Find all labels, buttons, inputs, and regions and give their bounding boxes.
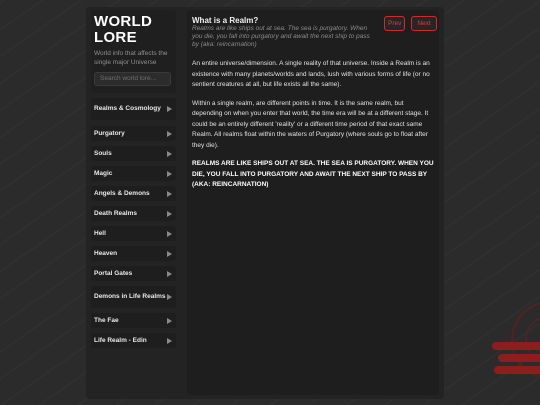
chevron-right-icon (167, 250, 172, 257)
site-title: WORLD LORE (94, 14, 172, 46)
sidebar-item-purgatory[interactable]: Purgatory (91, 126, 176, 141)
chevron-right-icon (167, 130, 172, 137)
article-subtitle: Realms are like ships out at sea. The se… (192, 25, 370, 48)
sidebar-item-realms-cosmology[interactable]: Realms & Cosmology (91, 98, 176, 120)
article-callout: REALMS ARE LIKE SHIPS OUT AT SEA. THE SE… (192, 160, 434, 188)
chevron-right-icon (167, 270, 172, 277)
sidebar-item-the-fae[interactable]: The Fae (91, 313, 176, 328)
chevron-right-icon (167, 210, 172, 217)
chevron-right-icon (167, 190, 172, 197)
lore-container: WORLD LORE World info that affects the s… (86, 7, 444, 399)
article-paragraph: Within a single realm, are different poi… (192, 99, 429, 149)
sidebar-item-souls[interactable]: Souls (91, 146, 176, 161)
sidebar-item-portal-gates[interactable]: Portal Gates (91, 266, 176, 281)
sidebar-item-label: Angels & Demons (94, 189, 150, 197)
site-title-line1: WORLD (94, 13, 153, 30)
chevron-right-icon (167, 106, 172, 112)
chevron-right-icon (167, 150, 172, 157)
search-input[interactable] (94, 71, 171, 86)
sidebar-item-life-realm-edin[interactable]: Life Realm - Edin (91, 333, 176, 348)
sidebar-item-label: The Fae (94, 316, 119, 324)
sidebar-item-label: Realms & Cosmology (94, 105, 161, 112)
brand-block: WORLD LORE World info that affects the s… (91, 10, 176, 93)
sidebar-item-angels-demons[interactable]: Angels & Demons (91, 186, 176, 201)
sidebar: WORLD LORE World info that affects the s… (91, 10, 176, 348)
brand-emblem-icon (492, 302, 540, 378)
sidebar-item-death-realms[interactable]: Death Realms (91, 206, 176, 221)
chevron-right-icon (167, 230, 172, 237)
sidebar-item-hell[interactable]: Hell (91, 226, 176, 241)
next-button[interactable]: Next (411, 16, 437, 31)
sidebar-item-heaven[interactable]: Heaven (91, 246, 176, 261)
sidebar-item-label: Purgatory (94, 129, 125, 137)
site-subtitle: World info that affects the single major… (94, 50, 168, 66)
sidebar-item-label: Demons in Life Realms (94, 293, 166, 300)
site-title-line2: LORE (94, 29, 137, 46)
chevron-right-icon (167, 170, 172, 177)
sidebar-item-label: Souls (94, 149, 112, 157)
sidebar-item-magic[interactable]: Magic (91, 166, 176, 181)
sidebar-item-label: Death Realms (94, 209, 137, 217)
sidebar-item-demons-in-life-realms[interactable]: Demons in Life Realms (91, 286, 176, 308)
sidebar-item-label: Hell (94, 229, 106, 237)
article-panel: What is a Realm? Realms are like ships o… (187, 10, 439, 395)
sidebar-item-label: Life Realm - Edin (94, 336, 147, 344)
sidebar-item-label: Portal Gates (94, 269, 133, 277)
prev-button[interactable]: Prev (384, 16, 405, 31)
chevron-right-icon (167, 317, 172, 324)
sidebar-item-label: Heaven (94, 249, 118, 257)
sidebar-item-label: Magic (94, 169, 113, 177)
chevron-right-icon (167, 337, 172, 344)
chevron-right-icon (167, 294, 172, 300)
article-paragraph: An entire universe/dimension. A single r… (192, 60, 430, 88)
